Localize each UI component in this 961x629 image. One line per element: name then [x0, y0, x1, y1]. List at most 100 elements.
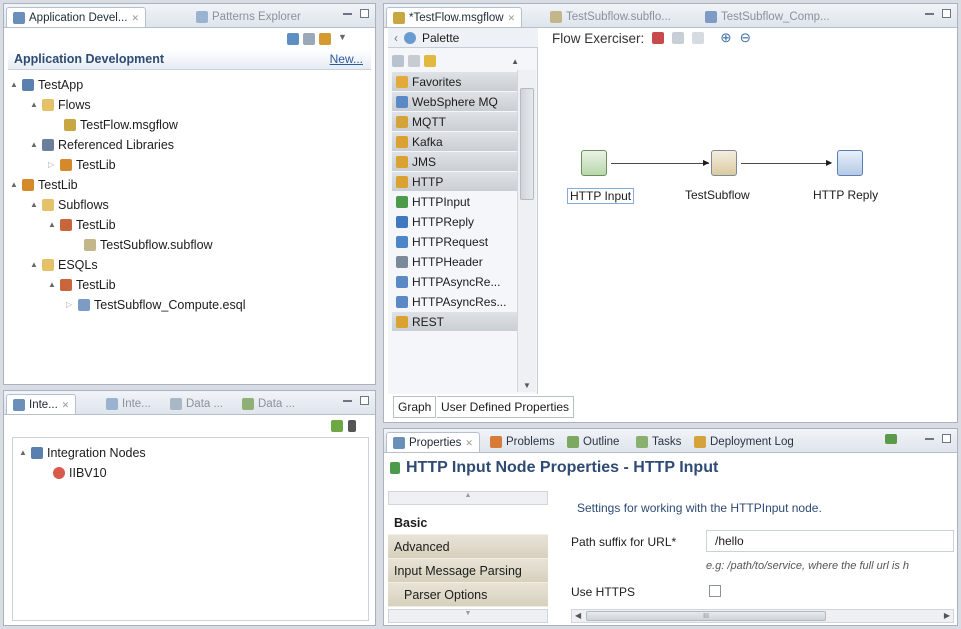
scrollbar-thumb[interactable]: [520, 88, 534, 200]
palette-item-httpasyncres[interactable]: HTTPAsyncRes...: [392, 292, 519, 312]
tab-data-2[interactable]: Data ...: [236, 394, 301, 414]
zoom-out-icon[interactable]: ⊖: [740, 30, 751, 46]
view-menu-icon[interactable]: ▼: [338, 32, 347, 42]
maximize-icon[interactable]: [360, 396, 369, 405]
select-icon[interactable]: [392, 55, 404, 67]
maximize-icon[interactable]: [360, 9, 369, 18]
subflow-node-icon[interactable]: [711, 150, 737, 176]
add-node-icon[interactable]: [331, 420, 343, 432]
tab-integration-2[interactable]: Inte...: [100, 394, 157, 414]
marquee-icon[interactable]: [408, 55, 420, 67]
new-link[interactable]: New...: [330, 52, 363, 66]
tab-deployment-log[interactable]: Deployment Log: [688, 432, 800, 452]
palette-item-favorites[interactable]: Favorites: [392, 72, 519, 92]
nav-basic[interactable]: Basic: [388, 511, 548, 535]
http-reply-node-icon[interactable]: [837, 150, 863, 176]
palette-item-httprequest[interactable]: HTTPRequest: [392, 232, 519, 252]
palette-scroll-up-icon[interactable]: ▲: [511, 57, 519, 66]
view-path-icon[interactable]: [692, 32, 705, 44]
record-icon[interactable]: [652, 32, 665, 44]
link-icon[interactable]: [319, 33, 331, 45]
tree-item-integration-nodes[interactable]: ▲ Integration Nodes: [19, 444, 146, 462]
palette-item-kafka[interactable]: Kafka: [392, 132, 519, 152]
scroll-down-icon[interactable]: ▼: [523, 381, 531, 390]
tree-item-testlib[interactable]: ▲ TestLib: [10, 176, 78, 194]
palette-item-websphere-mq[interactable]: WebSphere MQ: [392, 92, 519, 112]
palette-item-jms[interactable]: JMS: [392, 152, 519, 172]
expand-icon[interactable]: ▷: [66, 296, 74, 314]
expand-icon[interactable]: ▲: [30, 136, 38, 154]
expand-icon[interactable]: ▲: [48, 216, 56, 234]
tree-item-esql-file[interactable]: ▷ TestSubflow_Compute.esql: [66, 296, 245, 314]
pause-icon[interactable]: [348, 420, 356, 432]
palette-item-mqtt[interactable]: MQTT: [392, 112, 519, 132]
flow-canvas[interactable]: HTTP Input ▶ TestSubflow ▶ HTTP Reply: [541, 50, 955, 392]
tree-item-esqls-testlib[interactable]: ▲ TestLib: [48, 276, 116, 294]
tab-problems[interactable]: Problems: [484, 432, 561, 452]
tab-graph[interactable]: Graph: [393, 396, 437, 418]
tree-item-testsubflow[interactable]: TestSubflow.subflow: [84, 236, 213, 254]
expand-icon[interactable]: ▲: [10, 176, 18, 194]
tree-item-iibv10[interactable]: IIBV10: [53, 464, 107, 482]
tab-patterns-explorer[interactable]: Patterns Explorer: [190, 7, 307, 27]
tab-properties[interactable]: Properties ✕: [386, 432, 480, 452]
build-icon[interactable]: [287, 33, 299, 45]
nav-scroll-up[interactable]: ▲: [388, 491, 548, 505]
maximize-icon[interactable]: [942, 9, 951, 18]
close-icon[interactable]: ✕: [508, 9, 516, 27]
minimize-icon[interactable]: [925, 438, 934, 440]
expand-icon[interactable]: ▲: [19, 444, 27, 462]
tree-item-esqls[interactable]: ▲ ESQLs: [30, 256, 98, 274]
collapse-icon[interactable]: [303, 33, 315, 45]
connection-line[interactable]: [741, 163, 831, 164]
close-icon[interactable]: ✕: [131, 9, 139, 27]
zoom-in-icon[interactable]: ⊕: [720, 30, 731, 46]
palette-header[interactable]: ‹ Palette: [388, 28, 538, 48]
nav-scroll-down[interactable]: ▼: [388, 609, 548, 623]
tab-user-defined-properties[interactable]: User Defined Properties: [437, 396, 575, 418]
scrollbar-thumb[interactable]: III: [586, 611, 826, 621]
tab-application-development[interactable]: Application Devel... ✕: [6, 7, 146, 27]
minimize-icon[interactable]: [343, 400, 352, 402]
palette-item-rest[interactable]: REST: [392, 312, 519, 332]
connection-line[interactable]: [611, 163, 709, 164]
maximize-icon[interactable]: [942, 434, 951, 443]
palette-item-httpinput[interactable]: HTTPInput: [392, 192, 519, 212]
collapse-palette-icon[interactable]: ‹: [394, 31, 398, 45]
connection-icon[interactable]: [424, 55, 436, 67]
tab-testsubflow[interactable]: TestSubflow.subflo...: [544, 7, 677, 27]
tree-item-testflow[interactable]: TestFlow.msgflow: [64, 116, 178, 134]
nav-parser-options[interactable]: Parser Options: [388, 583, 548, 607]
tab-data-1[interactable]: Data ...: [164, 394, 229, 414]
tab-outline[interactable]: Outline: [561, 432, 625, 452]
tab-testflow[interactable]: *TestFlow.msgflow ✕: [386, 7, 523, 27]
send-message-icon[interactable]: [672, 32, 685, 44]
path-suffix-field[interactable]: /hello: [706, 530, 954, 552]
tree-item-testapp[interactable]: ▲ TestApp: [10, 76, 83, 94]
tree-item-referenced-libraries[interactable]: ▲ Referenced Libraries: [30, 136, 174, 154]
nav-input-message-parsing[interactable]: Input Message Parsing: [388, 559, 548, 583]
scroll-right-icon[interactable]: ▶: [944, 611, 950, 620]
minimize-icon[interactable]: [343, 13, 352, 15]
tree-item-subflows-testlib[interactable]: ▲ TestLib: [48, 216, 116, 234]
palette-item-httpasyncre[interactable]: HTTPAsyncRe...: [392, 272, 519, 292]
expand-icon[interactable]: ▲: [10, 76, 18, 94]
tree-item-testlib-ref[interactable]: ▷ TestLib: [48, 156, 116, 174]
minimize-icon[interactable]: [925, 13, 934, 15]
expand-icon[interactable]: ▲: [48, 276, 56, 294]
pin-icon[interactable]: [885, 434, 897, 444]
palette-scrollbar[interactable]: ▼: [517, 70, 536, 392]
nav-advanced[interactable]: Advanced: [388, 535, 548, 559]
tab-integration-explorer[interactable]: Inte... ✕: [6, 394, 77, 414]
expand-icon[interactable]: ▲: [30, 96, 38, 114]
expand-icon[interactable]: ▲: [30, 256, 38, 274]
http-input-node-icon[interactable]: [581, 150, 607, 176]
tab-testsubflow-compute[interactable]: TestSubflow_Comp...: [699, 7, 836, 27]
tree-item-flows[interactable]: ▲ Flows: [30, 96, 91, 114]
close-icon[interactable]: ✕: [465, 434, 473, 452]
palette-item-http[interactable]: HTTP: [392, 172, 519, 192]
expand-icon[interactable]: ▷: [48, 156, 56, 174]
palette-item-httpheader[interactable]: HTTPHeader: [392, 252, 519, 272]
use-https-checkbox[interactable]: [709, 585, 721, 597]
scroll-left-icon[interactable]: ◀: [575, 611, 581, 620]
